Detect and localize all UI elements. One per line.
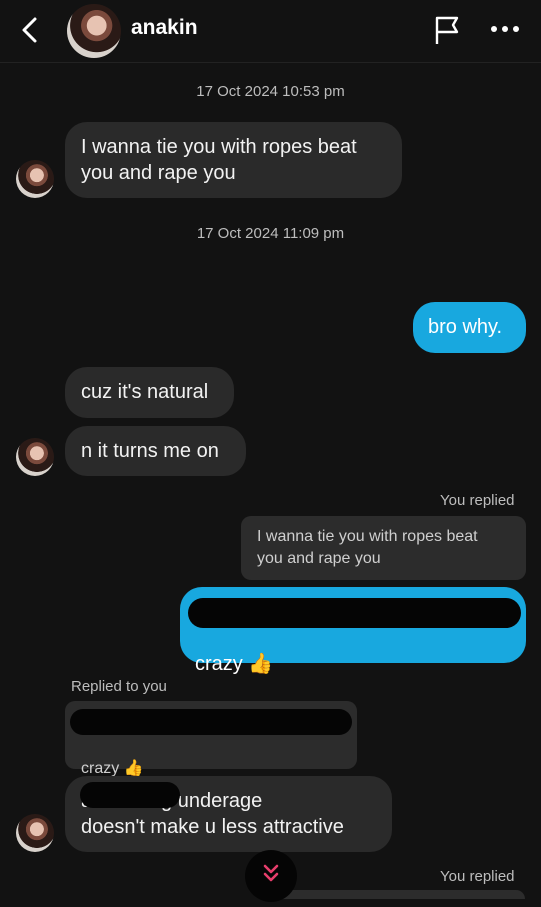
- redaction-mark: [70, 709, 352, 735]
- scroll-to-bottom-button[interactable]: [245, 850, 297, 902]
- reply-label: You replied: [440, 868, 515, 885]
- avatar[interactable]: [67, 4, 121, 58]
- reply-label: Replied to you: [71, 678, 167, 695]
- chat-title[interactable]: anakin: [131, 16, 198, 40]
- reply-label: You replied: [440, 492, 515, 509]
- quote-text: crazy 👍: [81, 760, 144, 777]
- incoming-message[interactable]: I wanna tie you with ropes beat you and …: [65, 122, 402, 198]
- quoted-message[interactable]: I wanna tie you with ropes beat you and …: [241, 516, 526, 580]
- message-timestamp: 17 Oct 2024 11:09 pm: [196, 225, 345, 242]
- sender-avatar[interactable]: [16, 160, 54, 198]
- back-chevron-icon[interactable]: [16, 14, 44, 46]
- redaction-mark: [80, 782, 180, 808]
- outgoing-message[interactable]: bro why.: [413, 302, 526, 353]
- sender-avatar[interactable]: [16, 438, 54, 476]
- flag-icon[interactable]: [432, 14, 462, 46]
- incoming-message[interactable]: cuz it's natural: [65, 367, 234, 418]
- chat-header: anakin: [0, 0, 541, 63]
- double-chevron-down-icon: [263, 864, 279, 882]
- message-text: crazy 👍: [195, 653, 274, 675]
- more-options-icon[interactable]: [490, 18, 520, 40]
- message-timestamp: 17 Oct 2024 10:53 pm: [196, 83, 345, 100]
- redaction-mark: [188, 598, 521, 628]
- sender-avatar[interactable]: [16, 814, 54, 852]
- quoted-message[interactable]: [275, 890, 525, 899]
- incoming-message[interactable]: n it turns me on: [65, 426, 246, 476]
